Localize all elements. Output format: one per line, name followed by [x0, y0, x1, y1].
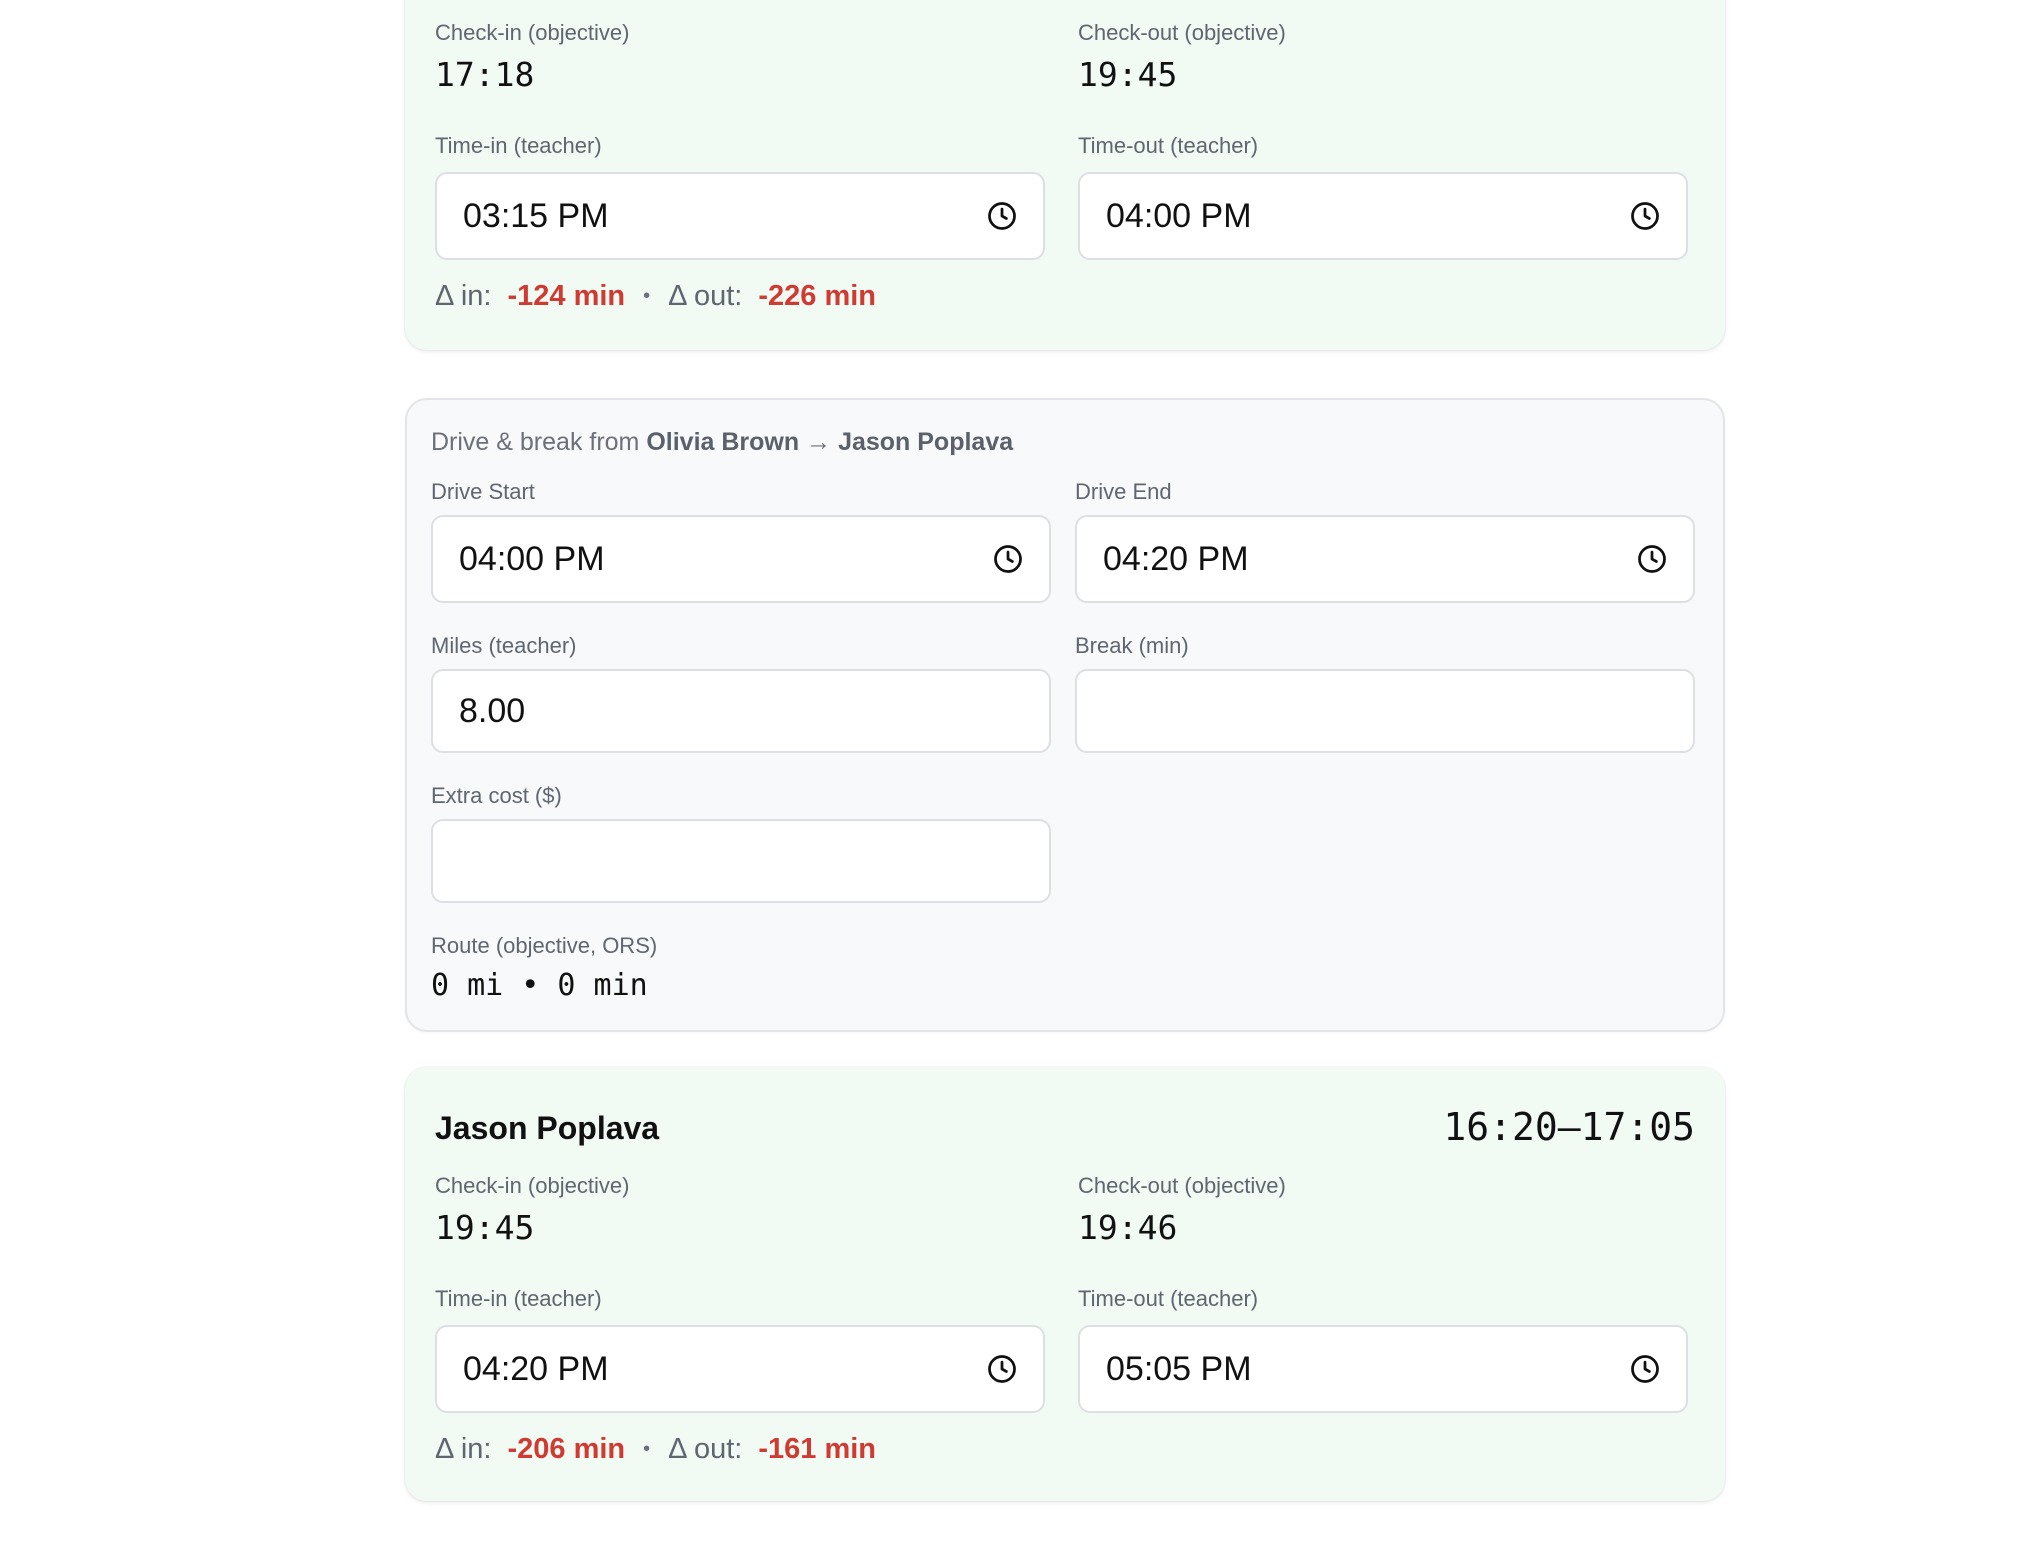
drive-end-input[interactable]: 04:20 PM	[1075, 515, 1695, 603]
drive-start-label: Drive Start	[431, 479, 535, 504]
delta-in-value: -206 min	[507, 1433, 626, 1465]
visit-client-name: Jason Poplava	[435, 1110, 660, 1146]
drive-end-value: 04:20 PM	[1103, 539, 1249, 578]
time-in-teacher-value: 03:15 PM	[463, 196, 609, 235]
time-in-teacher-label: Time-in (teacher)	[435, 133, 602, 158]
drive-to-name: Jason Poplava	[838, 428, 1014, 456]
delta-in-label: Δ in:	[435, 280, 492, 312]
miles-teacher-input[interactable]: 8.00	[431, 669, 1051, 753]
checkout-objective-label: Check-out (objective)	[1078, 1173, 1286, 1198]
route-objective-value: 0 mi • 0 min	[431, 968, 648, 1003]
checkin-objective-value: 17:18	[435, 55, 535, 94]
time-out-teacher-value: 05:05 PM	[1106, 1349, 1252, 1388]
extra-cost-input[interactable]	[431, 819, 1051, 903]
delta-summary: Δ in: -124 min • Δ out: -226 min	[435, 280, 876, 313]
checkout-objective-label: Check-out (objective)	[1078, 20, 1286, 45]
drive-start-input[interactable]: 04:00 PM	[431, 515, 1051, 603]
route-objective-label: Route (objective, ORS)	[431, 933, 658, 958]
break-min-label: Break (min)	[1075, 633, 1189, 658]
clock-icon[interactable]	[993, 544, 1023, 574]
checkin-objective-value: 19:45	[435, 1208, 535, 1247]
delta-in-label: Δ in:	[435, 1433, 492, 1465]
clock-icon[interactable]	[987, 1354, 1017, 1384]
delta-out-label: Δ out:	[668, 280, 743, 312]
clock-icon[interactable]	[1630, 201, 1660, 231]
checkout-objective-value: 19:46	[1078, 1208, 1178, 1247]
delta-out-value: -161 min	[758, 1433, 877, 1465]
drive-start-value: 04:00 PM	[459, 539, 605, 578]
drive-header: Drive & break from Olivia Brown → Jason …	[431, 428, 1013, 457]
time-in-teacher-value: 04:20 PM	[463, 1349, 609, 1388]
checkin-objective-label: Check-in (objective)	[435, 1173, 630, 1198]
drive-break-card: Drive & break from Olivia Brown → Jason …	[405, 398, 1725, 1032]
drive-from-name: Olivia Brown	[646, 428, 800, 456]
visit-card-jason-poplava: Jason Poplava 16:20–17:05 Check-in (obje…	[405, 1067, 1725, 1501]
clock-icon[interactable]	[1637, 544, 1667, 574]
time-out-teacher-label: Time-out (teacher)	[1078, 133, 1259, 158]
time-out-teacher-label: Time-out (teacher)	[1078, 1286, 1259, 1311]
checkout-objective-value: 19:45	[1078, 55, 1178, 94]
time-in-teacher-input[interactable]: 03:15 PM	[435, 172, 1045, 260]
drive-header-prefix: Drive & break from	[431, 428, 640, 456]
break-min-input[interactable]	[1075, 669, 1695, 753]
arrow-right-icon: →	[806, 428, 832, 456]
time-out-teacher-value: 04:00 PM	[1106, 196, 1252, 235]
visit-time-range: 16:20–17:05	[1443, 1105, 1695, 1149]
delta-out-value: -226 min	[758, 280, 877, 312]
clock-icon[interactable]	[1630, 1354, 1660, 1384]
delta-summary: Δ in: -206 min • Δ out: -161 min	[435, 1433, 876, 1466]
checkin-objective-label: Check-in (objective)	[435, 20, 630, 45]
visit-card-olivia-brown: Check-in (objective) 17:18 Check-out (ob…	[405, 0, 1725, 350]
miles-teacher-label: Miles (teacher)	[431, 633, 577, 658]
time-in-teacher-label: Time-in (teacher)	[435, 1286, 602, 1311]
delta-in-value: -124 min	[507, 280, 626, 312]
delta-separator: •	[643, 1438, 651, 1460]
time-in-teacher-input[interactable]: 04:20 PM	[435, 1325, 1045, 1413]
time-out-teacher-input[interactable]: 05:05 PM	[1078, 1325, 1688, 1413]
delta-out-label: Δ out:	[668, 1433, 743, 1465]
clock-icon[interactable]	[987, 201, 1017, 231]
time-out-teacher-input[interactable]: 04:00 PM	[1078, 172, 1688, 260]
delta-separator: •	[643, 285, 651, 307]
miles-teacher-value: 8.00	[459, 691, 526, 730]
drive-end-label: Drive End	[1075, 479, 1172, 504]
extra-cost-label: Extra cost ($)	[431, 783, 562, 808]
